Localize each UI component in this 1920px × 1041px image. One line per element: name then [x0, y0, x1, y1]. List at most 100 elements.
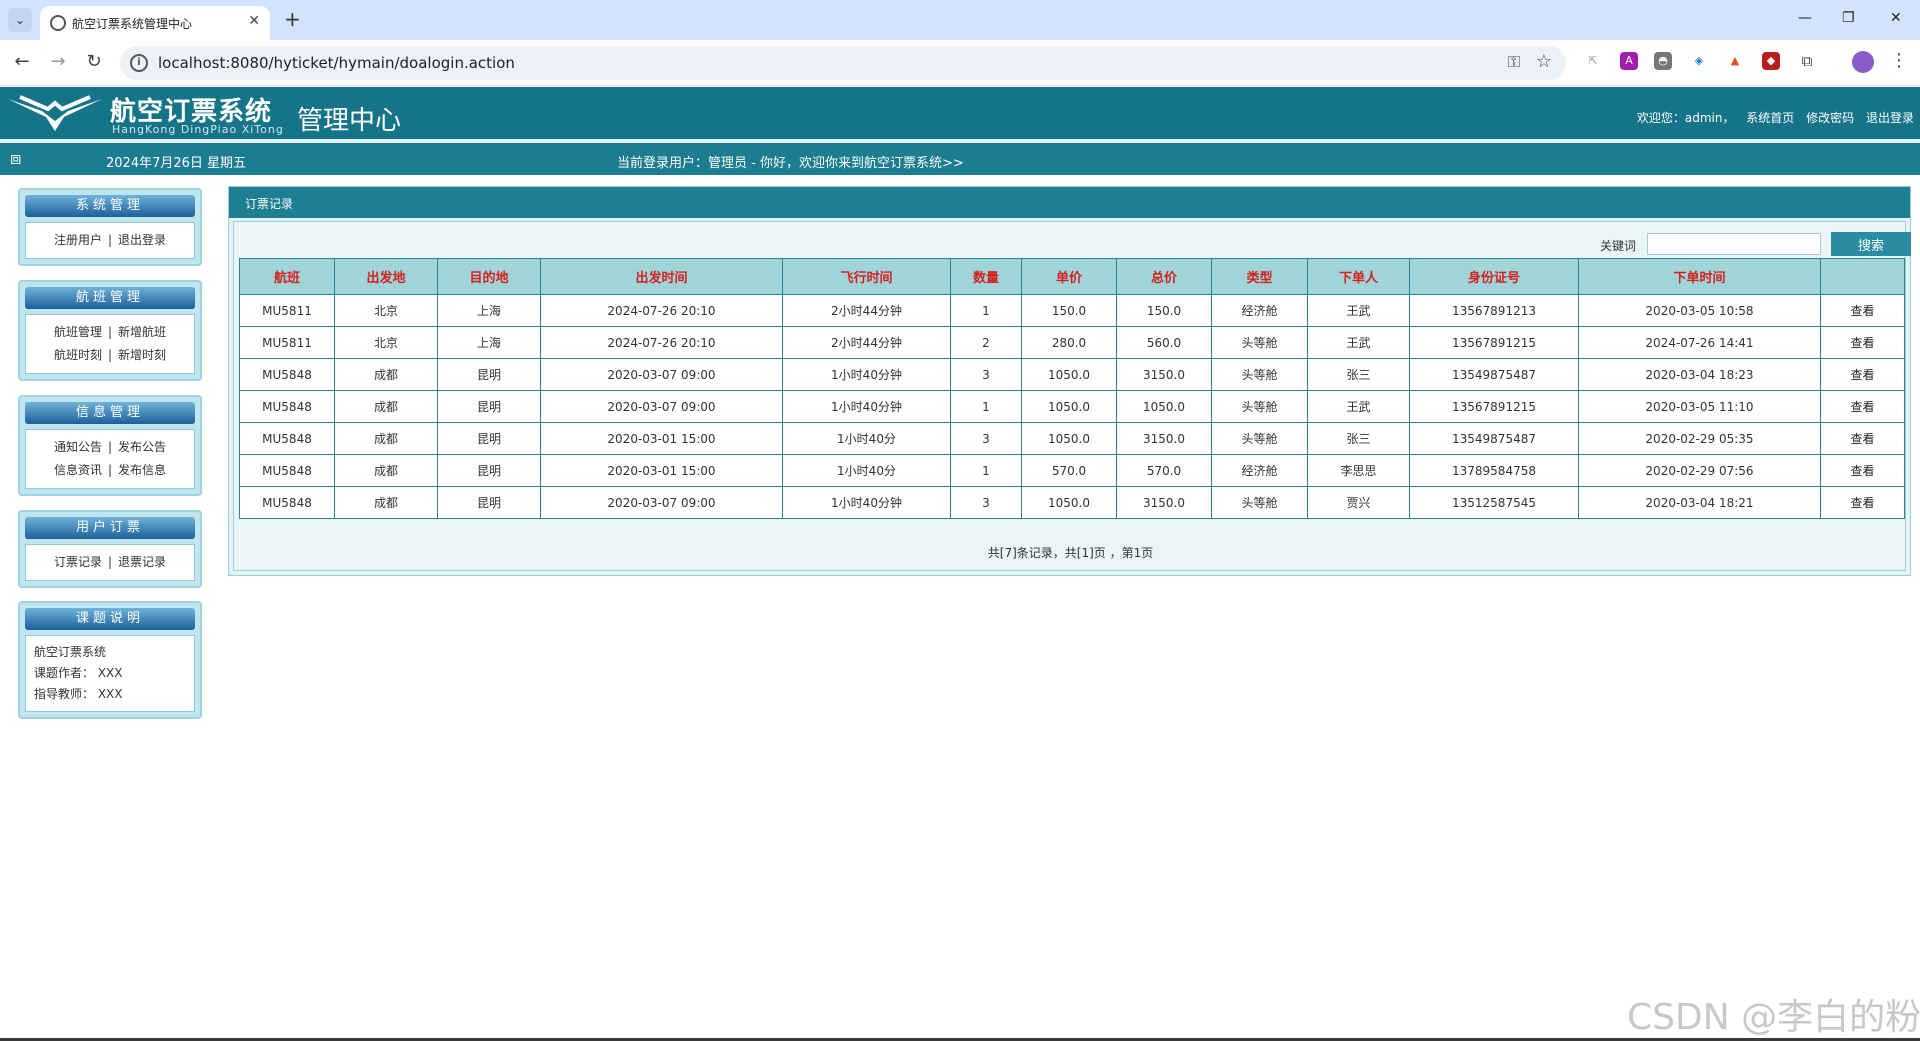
- sidebar-item-logout[interactable]: 退出登录: [118, 233, 166, 247]
- cell-flight: MU5811: [239, 326, 335, 359]
- cell-view-link[interactable]: 查看: [1820, 422, 1905, 455]
- sidebar-item-publish-notice[interactable]: 发布公告: [118, 440, 166, 454]
- logout-link[interactable]: 退出登录: [1866, 111, 1914, 125]
- cell-unit-price: 1050.0: [1021, 358, 1117, 391]
- extension-purple-icon[interactable]: A: [1620, 52, 1638, 70]
- cell-departure-time: 2020-03-01 15:00: [540, 422, 783, 455]
- table-row: MU5848 成都 昆明 2020-03-07 09:00 1小时40分钟 1 1050.0…: [239, 390, 1905, 423]
- minimize-icon[interactable]: —: [1798, 10, 1812, 26]
- window-close-icon[interactable]: ✕: [1890, 10, 1902, 26]
- sidebar-info: 信息管理 通知公告 | 发布公告 信息资讯 | 发布信息: [18, 395, 202, 496]
- extensions-puzzle-icon[interactable]: ⧉: [1798, 52, 1816, 70]
- password-key-icon[interactable]: ⚿: [1508, 52, 1520, 72]
- sidebar-flight-body: 航班管理 | 新增航班 航班时刻 | 新增时刻: [25, 314, 195, 374]
- sidebar-flight: 航班管理 航班管理 | 新增航班 航班时刻 | 新增时刻: [18, 280, 202, 381]
- cell-view-link[interactable]: 查看: [1820, 358, 1905, 391]
- panel-header: 订票记录: [229, 187, 1910, 218]
- bookmark-star-icon[interactable]: ☆: [1536, 51, 1552, 72]
- sidebar-item-flight-manage[interactable]: 航班管理: [54, 325, 102, 339]
- cell-class: 经济舱: [1211, 454, 1308, 487]
- cell-view-link[interactable]: 查看: [1820, 486, 1905, 519]
- cell-view-link[interactable]: 查看: [1820, 454, 1905, 487]
- site-info-icon[interactable]: i: [130, 54, 148, 72]
- col-header-id-number[interactable]: 身份证号: [1409, 258, 1579, 295]
- sidebar-system-body: 注册用户 | 退出登录: [25, 222, 195, 259]
- cell-flight: MU5848: [239, 422, 335, 455]
- col-header-order-time[interactable]: 下单时间: [1578, 258, 1821, 295]
- cell-quantity: 1: [950, 294, 1022, 327]
- sidebar-item-order-records[interactable]: 订票记录: [54, 555, 102, 569]
- sidebar-order: 用户订票 订票记录 | 退票记录: [18, 510, 202, 588]
- col-header-total-price[interactable]: 总价: [1116, 258, 1212, 295]
- sidebar-item-add-flight[interactable]: 新增航班: [118, 325, 166, 339]
- new-tab-icon[interactable]: +: [284, 8, 301, 30]
- cell-unit-price: 150.0: [1021, 294, 1117, 327]
- table-row: MU5811 北京 上海 2024-07-26 20:10 2小时44分钟 1 150.0 1…: [239, 294, 1905, 327]
- col-header-departure-time[interactable]: 出发时间: [540, 258, 783, 295]
- cell-quantity: 2: [950, 326, 1022, 359]
- cell-destination: 昆明: [437, 454, 541, 487]
- cell-order-time: 2020-03-04 18:21: [1578, 486, 1821, 519]
- cell-view-link[interactable]: 查看: [1820, 390, 1905, 423]
- extension-orange-icon[interactable]: ▲: [1726, 52, 1744, 70]
- close-tab-icon[interactable]: ✕: [248, 13, 260, 29]
- info-bar: ⧈ 2024年7月26日 星期五 当前登录用户：管理员 - 你好，欢迎你来到航空…: [0, 143, 1920, 175]
- cell-origin: 北京: [334, 326, 438, 359]
- keyword-search-input[interactable]: [1647, 233, 1821, 255]
- tab-search-icon[interactable]: ⌄: [8, 8, 32, 32]
- sidebar-item-news[interactable]: 信息资讯: [54, 463, 102, 477]
- cell-id-number: 13567891213: [1409, 294, 1579, 327]
- table-row: MU5848 成都 昆明 2020-03-01 15:00 1小时40分 3 1050.0 3…: [239, 422, 1905, 455]
- col-header-orderer[interactable]: 下单人: [1307, 258, 1410, 295]
- cell-flight-duration: 1小时40分钟: [782, 486, 951, 519]
- forward-icon[interactable]: →: [46, 51, 70, 72]
- app-header: 航空订票系统 HangKong DingPiao XiTong 管理中心 欢迎您…: [0, 87, 1920, 139]
- sidebar-item-refund-records[interactable]: 退票记录: [118, 555, 166, 569]
- cell-view-link[interactable]: 查看: [1820, 326, 1905, 359]
- cell-total-price: 1050.0: [1116, 390, 1212, 423]
- reload-icon[interactable]: ↻: [82, 51, 106, 72]
- browser-tab[interactable]: 航空订票系统管理中心 ✕: [40, 6, 270, 40]
- extension-incognito-icon[interactable]: ◓: [1654, 52, 1672, 70]
- extension-layers-icon[interactable]: ◈: [1690, 52, 1708, 70]
- sidebar-item-publish-info[interactable]: 发布信息: [118, 463, 166, 477]
- col-header-quantity[interactable]: 数量: [950, 258, 1022, 295]
- back-icon[interactable]: ←: [10, 51, 34, 72]
- home-link[interactable]: 系统首页: [1746, 111, 1794, 125]
- sidebar-order-body: 订票记录 | 退票记录: [25, 544, 195, 581]
- browser-menu-icon[interactable]: ⋮: [1890, 50, 1908, 71]
- col-header-flight[interactable]: 航班: [239, 258, 335, 295]
- cell-class: 经济舱: [1211, 294, 1308, 327]
- col-header-unit-price[interactable]: 单价: [1021, 258, 1117, 295]
- url-text[interactable]: localhost:8080/hyticket/hymain/doalogin.…: [158, 54, 515, 72]
- profile-avatar[interactable]: [1852, 51, 1874, 73]
- sidebar-item-notices[interactable]: 通知公告: [54, 440, 102, 454]
- cell-orderer: 贾兴: [1307, 486, 1410, 519]
- col-header-origin[interactable]: 出发地: [334, 258, 438, 295]
- cell-order-time: 2024-07-26 14:41: [1578, 326, 1821, 359]
- extension-shield-icon[interactable]: ◆: [1762, 52, 1780, 70]
- cell-order-time: 2020-02-29 07:56: [1578, 454, 1821, 487]
- cell-view-link[interactable]: 查看: [1820, 294, 1905, 327]
- search-button[interactable]: 搜索: [1831, 232, 1911, 256]
- address-bar[interactable]: i localhost:8080/hyticket/hymain/doalogi…: [120, 46, 1566, 80]
- cell-quantity: 1: [950, 390, 1022, 423]
- menu-toggle-icon[interactable]: ⧈: [10, 150, 21, 168]
- col-header-destination[interactable]: 目的地: [437, 258, 541, 295]
- cell-class: 头等舱: [1211, 326, 1308, 359]
- cell-orderer: 李思思: [1307, 454, 1410, 487]
- sidebar-item-flight-schedule[interactable]: 航班时刻: [54, 348, 102, 362]
- cell-flight-duration: 1小时40分: [782, 454, 951, 487]
- cell-total-price: 3150.0: [1116, 358, 1212, 391]
- change-password-link[interactable]: 修改密码: [1806, 111, 1854, 125]
- col-header-flight-duration[interactable]: 飞行时间: [782, 258, 951, 295]
- sidebar-item-add-schedule[interactable]: 新增时刻: [118, 348, 166, 362]
- cell-class: 头等舱: [1211, 358, 1308, 391]
- cell-class: 头等舱: [1211, 390, 1308, 423]
- sidebar-item-register[interactable]: 注册用户: [54, 233, 102, 247]
- col-header-class[interactable]: 类型: [1211, 258, 1308, 295]
- extension-cursor-icon[interactable]: ⇱: [1584, 52, 1602, 70]
- browser-tabbar: ⌄ 航空订票系统管理中心 ✕ + — ❐ ✕: [0, 0, 1920, 40]
- cell-origin: 北京: [334, 294, 438, 327]
- restore-icon[interactable]: ❐: [1842, 10, 1855, 26]
